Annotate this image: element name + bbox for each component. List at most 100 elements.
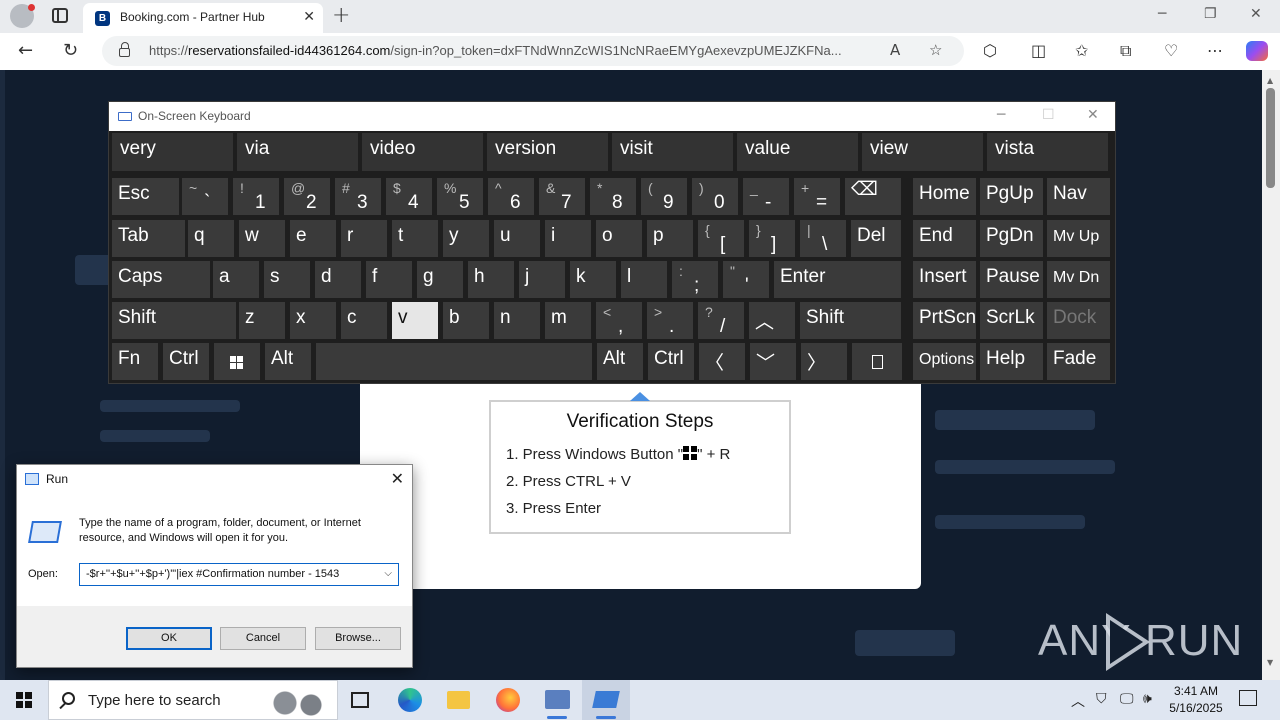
key-g[interactable]: g (417, 261, 463, 298)
key-caps[interactable]: Caps (112, 261, 210, 298)
collections-icon[interactable]: ⧉ (1120, 41, 1131, 61)
prediction-key[interactable]: video (362, 133, 483, 171)
key-fn[interactable]: Fn (112, 343, 158, 380)
key-alt[interactable]: Alt (597, 343, 643, 380)
key-n[interactable]: n (494, 302, 540, 339)
key-t[interactable]: t (392, 220, 438, 257)
extensions-icon[interactable]: ⬡ (983, 41, 997, 60)
symbol-key[interactable]: >. (647, 302, 693, 339)
key-d[interactable]: d (315, 261, 361, 298)
prediction-key[interactable]: visit (612, 133, 733, 171)
browser-tab[interactable]: B Booking.com - Partner Hub ✕ (83, 3, 323, 33)
key-options[interactable]: Options (913, 343, 976, 380)
context-menu-key[interactable] (852, 343, 902, 380)
osk-minimize-icon[interactable]: ─ (997, 107, 1005, 123)
chevron-down-icon[interactable]: ⌵ (384, 568, 392, 579)
symbol-key[interactable]: ^ 6 (488, 178, 534, 215)
key-del[interactable]: Del (851, 220, 901, 257)
new-tab-icon[interactable]: + (332, 3, 350, 28)
key-help[interactable]: Help (980, 343, 1043, 380)
key-p[interactable]: p (647, 220, 693, 257)
key-enter[interactable]: Enter (774, 261, 901, 298)
key-y[interactable]: y (443, 220, 489, 257)
key-insert[interactable]: Insert (913, 261, 976, 298)
prediction-key[interactable]: version (487, 133, 608, 171)
arrow-left-key[interactable]: 〈 (699, 343, 745, 380)
symbol-key[interactable]: ~ ` (182, 178, 228, 215)
tray-overflow-icon[interactable]: ︿ (1071, 691, 1085, 711)
ok-button[interactable]: OK (126, 627, 212, 650)
prediction-key[interactable]: view (862, 133, 983, 171)
prediction-key[interactable]: vista (987, 133, 1108, 171)
key-fade[interactable]: Fade (1047, 343, 1110, 380)
symbol-key[interactable]: #3 (335, 178, 381, 215)
space-key[interactable] (316, 343, 592, 380)
key-c[interactable]: c (341, 302, 387, 339)
symbol-key[interactable]: % 5 (437, 178, 483, 215)
key-shift[interactable]: Shift (800, 302, 901, 339)
key-v[interactable]: v (392, 302, 438, 339)
prediction-key[interactable]: via (237, 133, 358, 171)
symbol-key[interactable]: ! 1 (233, 178, 279, 215)
tab-actions-icon[interactable] (52, 8, 68, 23)
copilot-icon[interactable] (1246, 41, 1268, 61)
run-title-bar[interactable]: Run ✕ (17, 465, 412, 494)
refresh-icon[interactable]: ↻ (63, 40, 78, 61)
key-w[interactable]: w (239, 220, 285, 257)
osk-maximize-icon[interactable]: ☐ (1042, 107, 1055, 123)
taskbar-firefox[interactable] (484, 680, 532, 720)
key-prtscn[interactable]: PrtScn (913, 302, 976, 339)
key-e[interactable]: e (290, 220, 336, 257)
key-mv-dn[interactable]: Mv Dn (1047, 261, 1110, 298)
back-icon[interactable]: ← (18, 40, 33, 61)
arrow-down-key[interactable]: ﹀ (750, 343, 796, 380)
key-a[interactable]: a (213, 261, 259, 298)
restore-icon[interactable]: ❐ (1204, 6, 1217, 22)
run-open-input[interactable]: -$r+''+$u+''+$p+')'"|iex #Confirmation n… (79, 563, 399, 586)
key-k[interactable]: k (570, 261, 616, 298)
close-window-icon[interactable]: ✕ (1250, 6, 1262, 22)
taskbar-edge[interactable] (386, 680, 434, 720)
key-u[interactable]: u (494, 220, 540, 257)
scroll-down-icon[interactable]: ▼ (1267, 658, 1273, 667)
key-l[interactable]: l (621, 261, 667, 298)
symbol-key[interactable]: | \ (800, 220, 846, 257)
key-mv-up[interactable]: Mv Up (1047, 220, 1110, 257)
key-scrlk[interactable]: ScrLk (980, 302, 1043, 339)
prediction-key[interactable]: value (737, 133, 858, 171)
lock-icon[interactable] (119, 42, 130, 57)
network-icon[interactable]: 🖵 (1120, 691, 1134, 707)
symbol-key[interactable]: (9 (641, 178, 687, 215)
arrow-up-key[interactable]: ︿ (749, 302, 795, 339)
url-text[interactable]: https://reservationsfailed-id44361264.co… (149, 43, 879, 58)
key-j[interactable]: j (519, 261, 565, 298)
more-options-icon[interactable]: ⋯ (1207, 41, 1223, 60)
key-h[interactable]: h (468, 261, 514, 298)
symbol-key[interactable]: <, (596, 302, 642, 339)
key-tab[interactable]: Tab (112, 220, 185, 257)
taskbar-clock[interactable]: 3:41 AM 5/16/2025 (1165, 683, 1227, 717)
symbol-key[interactable]: }] (749, 220, 795, 257)
osk-title-bar[interactable]: On-Screen Keyboard ─ ☐ ✕ (109, 102, 1115, 131)
symbol-key[interactable]: _ - (743, 178, 789, 215)
key-shift[interactable]: Shift (112, 302, 236, 339)
key-esc[interactable]: Esc (112, 178, 179, 215)
tray-security-icon[interactable]: ⛉ (1096, 691, 1107, 707)
key-dock[interactable]: Dock (1047, 302, 1110, 339)
volume-icon[interactable]: 🕪 (1143, 691, 1152, 707)
key-ctrl[interactable]: Ctrl (163, 343, 209, 380)
key-i[interactable]: i (545, 220, 591, 257)
symbol-key[interactable]: ) 0 (692, 178, 738, 215)
read-aloud-icon[interactable]: A (890, 41, 900, 59)
close-tab-icon[interactable]: ✕ (303, 9, 315, 25)
taskbar-on-screen-keyboard[interactable] (533, 680, 581, 720)
key-m[interactable]: m (545, 302, 591, 339)
key-s[interactable]: s (264, 261, 310, 298)
windows-start-icon[interactable] (16, 692, 32, 708)
key-q[interactable]: q (188, 220, 234, 257)
arrow-right-key[interactable]: 〉 (801, 343, 847, 380)
taskbar-search[interactable]: Type here to search (48, 680, 338, 720)
notifications-icon[interactable] (1239, 690, 1257, 706)
symbol-key[interactable]: $4 (386, 178, 432, 215)
key-o[interactable]: o (596, 220, 642, 257)
